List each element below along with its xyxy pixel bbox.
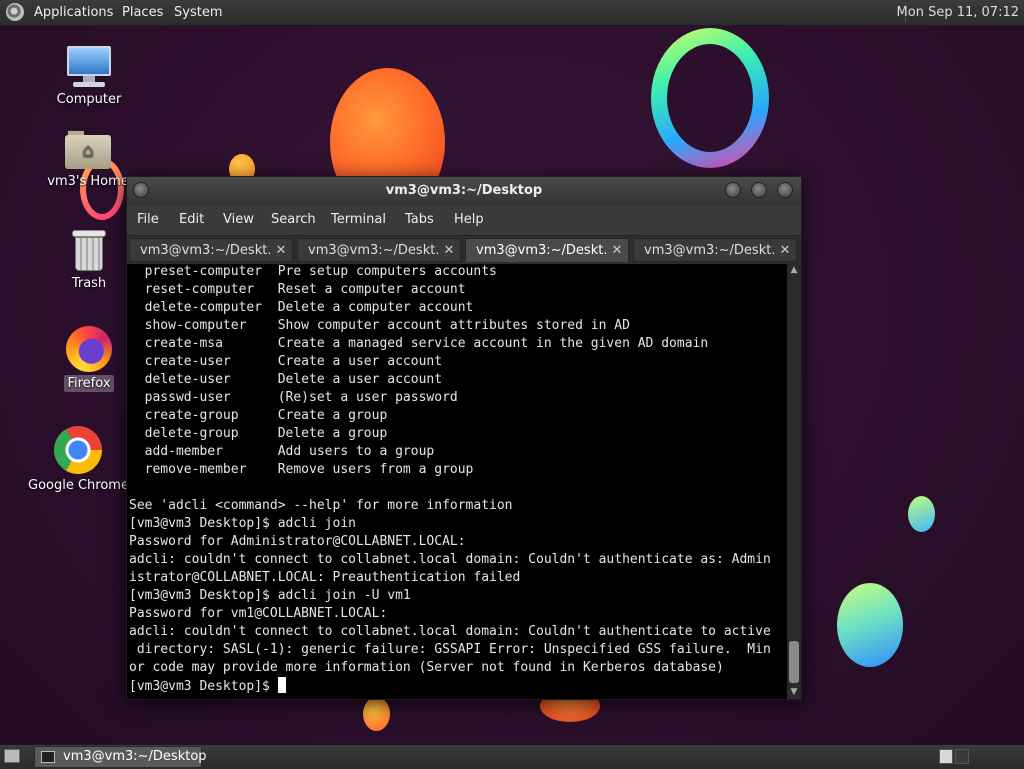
desktop-icon-firefox[interactable]: Firefox bbox=[39, 326, 139, 392]
tab-label: vm3@vm3:~/Deskt… bbox=[476, 243, 606, 258]
scroll-down-arrow-icon[interactable]: ▼ bbox=[787, 685, 801, 699]
terminal-line: remove-member Remove users from a group bbox=[129, 462, 474, 477]
wallpaper-green-blue-blob bbox=[837, 583, 903, 667]
terminal-window: vm3@vm3:~/Desktop File Edit View Search … bbox=[126, 176, 802, 700]
terminal-line: adcli: couldn't connect to collabnet.loc… bbox=[129, 624, 771, 639]
terminal-menubar: File Edit View Search Terminal Tabs Help bbox=[127, 205, 801, 235]
wallpaper-bottom-orange-blob bbox=[363, 697, 390, 731]
home-folder-icon: ⌂ bbox=[65, 130, 111, 170]
desktop-icon-home[interactable]: ⌂ vm3's Home bbox=[38, 130, 138, 189]
terminal-line: delete-group Delete a group bbox=[129, 426, 388, 441]
terminal-tab-2[interactable]: vm3@vm3:~/Deskt… ✕ bbox=[297, 238, 461, 262]
window-titlebar[interactable]: vm3@vm3:~/Desktop bbox=[127, 177, 801, 205]
scroll-up-arrow-icon[interactable]: ▲ bbox=[787, 263, 801, 277]
desktop-icon-label: Google Chrome bbox=[28, 478, 128, 493]
trash-icon bbox=[70, 228, 108, 272]
terminal-line: add-member Add users to a group bbox=[129, 444, 435, 459]
scrollbar-thumb[interactable] bbox=[789, 641, 799, 683]
close-button[interactable] bbox=[777, 182, 793, 198]
terminal-cursor bbox=[277, 677, 286, 693]
terminal-prompt: [vm3@vm3 Desktop]$ bbox=[129, 679, 278, 694]
terminal-scrollbar[interactable]: ▲ ▼ bbox=[787, 263, 801, 699]
gnome-foot-icon[interactable] bbox=[6, 3, 24, 21]
menu-file[interactable]: File bbox=[137, 205, 159, 235]
menu-search[interactable]: Search bbox=[271, 205, 316, 235]
workspace-2[interactable] bbox=[955, 749, 969, 764]
terminal-output[interactable]: preset-computer Pre setup computers acco… bbox=[129, 263, 785, 699]
menu-tabs[interactable]: Tabs bbox=[405, 205, 434, 235]
top-panel: Applications Places System Mon Sep 11, 0… bbox=[0, 0, 1024, 26]
terminal-line: show-computer Show computer account attr… bbox=[129, 318, 630, 333]
applications-menu[interactable]: Applications bbox=[34, 0, 113, 25]
tab-bar: vm3@vm3:~/Deskt… ✕ vm3@vm3:~/Deskt… ✕ vm… bbox=[127, 235, 801, 264]
menu-edit[interactable]: Edit bbox=[179, 205, 204, 235]
tab-label: vm3@vm3:~/Deskt… bbox=[140, 243, 270, 258]
terminal-icon bbox=[41, 751, 55, 763]
workspace-1[interactable] bbox=[939, 749, 953, 764]
system-menu[interactable]: System bbox=[174, 0, 222, 25]
firefox-icon bbox=[66, 326, 112, 372]
tab-close-icon[interactable]: ✕ bbox=[610, 239, 624, 263]
desktop-icon-label: Trash bbox=[71, 276, 107, 291]
terminal-tab-3-active[interactable]: vm3@vm3:~/Deskt… ✕ bbox=[465, 238, 629, 262]
taskbar-terminal-button[interactable]: vm3@vm3:~/Desktop bbox=[34, 746, 207, 768]
terminal-line: or code may provide more information (Se… bbox=[129, 660, 724, 675]
desktop-icon-label: Firefox bbox=[64, 375, 114, 392]
terminal-line: Password for Administrator@COLLABNET.LOC… bbox=[129, 534, 466, 549]
terminal-tab-1[interactable]: vm3@vm3:~/Deskt… ✕ bbox=[129, 238, 293, 262]
chrome-icon bbox=[54, 426, 102, 474]
desktop-icon-computer[interactable]: Computer bbox=[39, 46, 139, 107]
tab-close-icon[interactable]: ✕ bbox=[778, 239, 792, 263]
wallpaper-small-green-blob bbox=[908, 496, 935, 532]
terminal-tab-4[interactable]: vm3@vm3:~/Deskt… ✕ bbox=[633, 238, 797, 262]
tab-label: vm3@vm3:~/Deskt… bbox=[644, 243, 774, 258]
terminal-line: passwd-user (Re)set a user password bbox=[129, 390, 458, 405]
menu-terminal[interactable]: Terminal bbox=[331, 205, 386, 235]
bottom-panel: vm3@vm3:~/Desktop bbox=[0, 744, 1024, 769]
taskbar-label: vm3@vm3:~/Desktop bbox=[63, 749, 207, 764]
terminal-prompt-line[interactable]: [vm3@vm3 Desktop]$ bbox=[129, 677, 785, 695]
desktop-icon-trash[interactable]: Trash bbox=[39, 228, 139, 291]
wallpaper-gradient-ring bbox=[651, 28, 769, 168]
clock[interactable]: Mon Sep 11, 07:12 bbox=[897, 0, 1019, 25]
terminal-line: Password for vm1@COLLABNET.LOCAL: bbox=[129, 606, 388, 621]
terminal-line: create-msa Create a managed service acco… bbox=[129, 336, 709, 351]
terminal-line: directory: SASL(-1): generic failure: GS… bbox=[129, 642, 771, 657]
tab-label: vm3@vm3:~/Deskt… bbox=[308, 243, 438, 258]
terminal-line: create-group Create a group bbox=[129, 408, 388, 423]
terminal-line: create-user Create a user account bbox=[129, 354, 443, 369]
terminal-line: delete-computer Delete a computer accoun… bbox=[129, 300, 474, 315]
terminal-line: [vm3@vm3 Desktop]$ adcli join -U vm1 bbox=[129, 588, 411, 603]
desktop-icon-label: vm3's Home bbox=[47, 174, 129, 189]
terminal-line: See 'adcli <command> --help' for more in… bbox=[129, 498, 513, 513]
places-menu[interactable]: Places bbox=[122, 0, 163, 25]
terminal-line: delete-user Delete a user account bbox=[129, 372, 443, 387]
terminal-line: preset-computer Pre setup computers acco… bbox=[129, 264, 497, 279]
desktop-icon-chrome[interactable]: Google Chrome bbox=[28, 426, 128, 493]
terminal-line: istrator@COLLABNET.LOCAL: Preauthenticat… bbox=[129, 570, 521, 585]
terminal-line: [vm3@vm3 Desktop]$ adcli join bbox=[129, 516, 356, 531]
menu-view[interactable]: View bbox=[223, 205, 254, 235]
window-title: vm3@vm3:~/Desktop bbox=[385, 183, 543, 198]
tab-close-icon[interactable]: ✕ bbox=[442, 239, 456, 263]
menu-help[interactable]: Help bbox=[454, 205, 484, 235]
show-desktop-icon[interactable] bbox=[4, 749, 20, 763]
desktop-icon-label: Computer bbox=[56, 92, 122, 107]
tab-close-icon[interactable]: ✕ bbox=[274, 239, 288, 263]
terminal-line: adcli: couldn't connect to collabnet.loc… bbox=[129, 552, 771, 567]
terminal-line: reset-computer Reset a computer account bbox=[129, 282, 466, 297]
maximize-button[interactable] bbox=[751, 182, 767, 198]
minimize-button[interactable] bbox=[725, 182, 741, 198]
computer-icon bbox=[65, 46, 113, 88]
